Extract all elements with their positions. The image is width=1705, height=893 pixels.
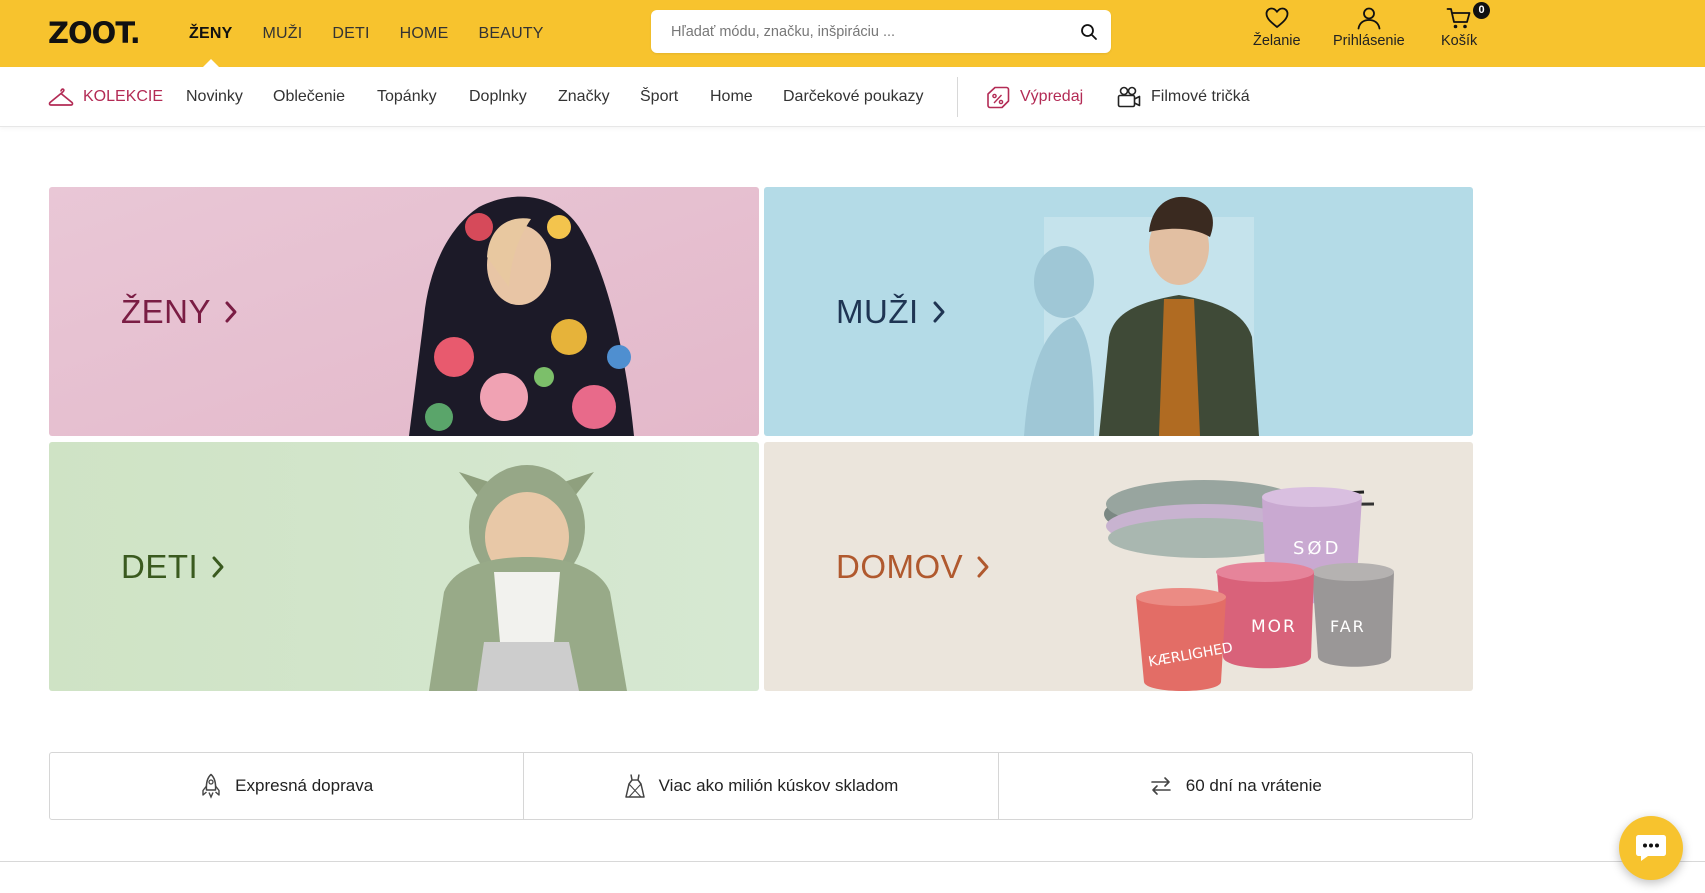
benefit-label-stock: Viac ako milión kúskov skladom	[658, 776, 899, 795]
category-tile-muzi[interactable]: MUŽI	[764, 187, 1473, 436]
nav-item-oblecenie[interactable]: Oblečenie	[273, 67, 345, 127]
tile-label-zeny: ŽENY	[121, 293, 239, 331]
chat-bubble-icon	[1636, 835, 1666, 861]
benefit-express-shipping: Expresná doprava	[50, 753, 525, 819]
tile-label-domov: DOMOV	[836, 548, 991, 586]
benefit-returns: 60 dní na vrátenie	[999, 753, 1472, 819]
tile-title-zeny: ŽENY	[121, 292, 212, 330]
benefits-bar: Expresná doprava Viac ako milión kúskov …	[49, 752, 1473, 820]
nav-item-kolekcie[interactable]: KOLEKCIE	[48, 67, 163, 127]
gender-tab-home[interactable]: HOME	[400, 0, 449, 67]
movie-camera-icon	[1117, 86, 1141, 108]
nav-label-kolekcie: KOLEKCIE	[83, 88, 164, 105]
search-icon[interactable]	[1079, 22, 1099, 42]
dress-icon	[624, 774, 645, 798]
top-bar: ZOOT. ŽENY MUŽI DETI HOME BEAUTY Želanie…	[0, 0, 1705, 68]
login-label: Prihlásenie	[1333, 33, 1405, 49]
nav-item-home[interactable]: Home	[710, 67, 753, 127]
tile-title-muzi: MUŽI	[836, 292, 919, 330]
chevron-right-icon	[977, 556, 989, 577]
chevron-right-icon	[212, 556, 224, 577]
gender-tab-deti[interactable]: DETI	[332, 0, 369, 67]
mug-text-sod: SØD	[1293, 538, 1341, 559]
tile-label-muzi: MUŽI	[836, 293, 947, 331]
gender-tab-zeny[interactable]: ŽENY	[189, 0, 232, 68]
cart-button[interactable]: 0 Košík	[1441, 2, 1490, 49]
gender-tab-beauty[interactable]: BEAUTY	[478, 0, 543, 67]
gender-tab-muzi[interactable]: MUŽI	[262, 0, 302, 67]
nav-item-movie-tshirts[interactable]: Filmové tričká	[1116, 67, 1250, 127]
nav-item-topanky[interactable]: Topánky	[377, 67, 437, 127]
benefit-label-returns: 60 dní na vrátenie	[1185, 776, 1322, 795]
tile-title-domov: DOMOV	[836, 547, 964, 585]
chevron-right-icon	[933, 301, 945, 322]
sale-tag-icon	[987, 86, 1010, 109]
nav-item-sale[interactable]: Výpredaj	[985, 67, 1083, 127]
chat-button[interactable]	[1619, 816, 1683, 880]
wishlist-label: Želanie	[1253, 33, 1301, 49]
tile-label-deti: DETI	[121, 548, 226, 586]
mug-text-mor: MOR	[1251, 617, 1297, 637]
nav-divider	[957, 77, 958, 117]
nav-label-sale: Výpredaj	[1020, 88, 1084, 105]
category-tile-zeny[interactable]: ŽENY	[49, 187, 759, 436]
cart-label: Košík	[1441, 33, 1478, 49]
nav-label-movie-tshirts: Filmové tričká	[1151, 88, 1250, 105]
zoot-logo[interactable]: ZOOT.	[48, 16, 141, 50]
footer-divider	[0, 861, 1705, 862]
login-button[interactable]: Prihlásenie	[1333, 6, 1405, 49]
nav-item-novinky[interactable]: Novinky	[186, 67, 243, 127]
nav-item-doplnky[interactable]: Doplnky	[469, 67, 527, 127]
nav-item-gift-vouchers[interactable]: Darčekové poukazy	[783, 67, 924, 127]
cart-count-badge: 0	[1473, 2, 1490, 19]
benefit-label-express: Expresná doprava	[235, 776, 374, 795]
wishlist-button[interactable]: Želanie	[1253, 6, 1301, 49]
cart-icon	[1446, 8, 1471, 29]
return-arrows-icon	[1150, 777, 1171, 795]
category-nav: KOLEKCIE Novinky Oblečenie Topánky Dopln…	[0, 67, 1705, 127]
category-tile-deti[interactable]: DETI	[49, 442, 759, 691]
rocket-icon	[202, 773, 220, 799]
search-box	[651, 10, 1111, 53]
nav-item-znacky[interactable]: Značky	[558, 67, 610, 127]
heart-icon	[1265, 7, 1289, 28]
user-icon	[1357, 7, 1381, 30]
tile-title-deti: DETI	[121, 547, 199, 585]
mug-text-far: FAR	[1330, 617, 1366, 636]
chevron-right-icon	[225, 301, 237, 322]
gender-nav: ŽENY MUŽI DETI HOME BEAUTY	[189, 0, 574, 68]
hanger-icon	[48, 88, 74, 106]
search-input[interactable]	[651, 10, 1051, 53]
benefit-stock: Viac ako milión kúskov skladom	[524, 753, 999, 819]
nav-item-sport[interactable]: Šport	[640, 67, 678, 127]
category-tile-domov[interactable]: SØD MOR FAR KÆRLIGHED DOMOV	[764, 442, 1473, 691]
